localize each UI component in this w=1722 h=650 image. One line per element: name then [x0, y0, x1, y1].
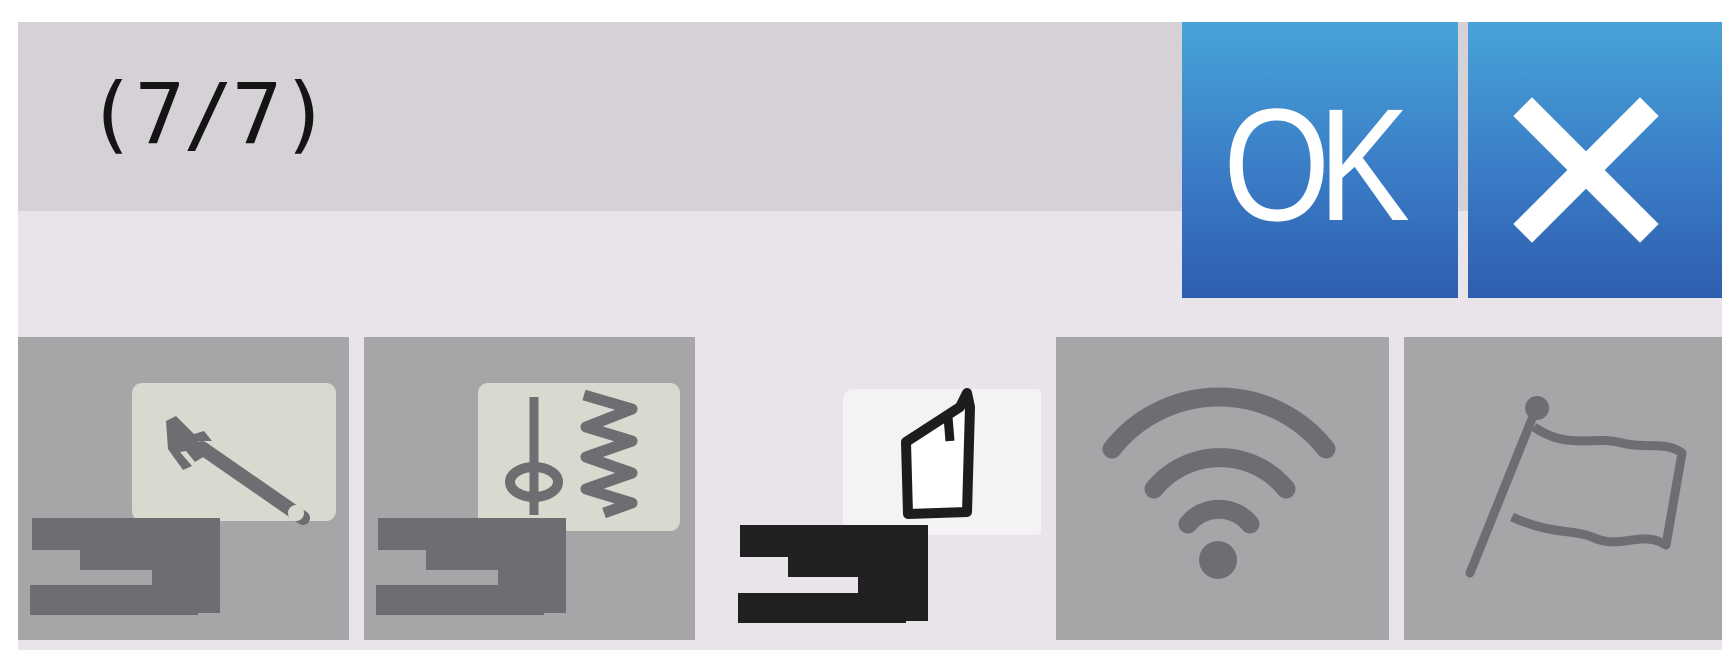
sewing-machine-wrench-icon — [30, 383, 336, 615]
ok-button[interactable]: OK — [1182, 22, 1458, 298]
tab-stitch-settings[interactable] — [364, 337, 695, 640]
settings-screen: (7/7) OK — [0, 0, 1722, 650]
flag-icon — [1465, 396, 1687, 578]
page-indicator: (7/7) — [86, 65, 331, 163]
tab-machine-maintenance[interactable] — [18, 337, 349, 640]
close-icon — [1513, 97, 1659, 243]
header-strip: (7/7) — [18, 22, 1722, 211]
close-button[interactable] — [1468, 22, 1722, 298]
sewing-machine-needle-stitch-icon — [376, 383, 680, 615]
settings-panel: (7/7) OK — [18, 22, 1722, 650]
sewing-machine-frame-icon — [738, 388, 1041, 623]
tab-wireless-lan[interactable] — [1056, 337, 1389, 640]
tab-language[interactable] — [1404, 337, 1722, 640]
wifi-icon — [1102, 387, 1336, 579]
tab-embroidery-frame[interactable] — [710, 337, 1041, 640]
ok-button-label: OK — [1223, 75, 1411, 254]
